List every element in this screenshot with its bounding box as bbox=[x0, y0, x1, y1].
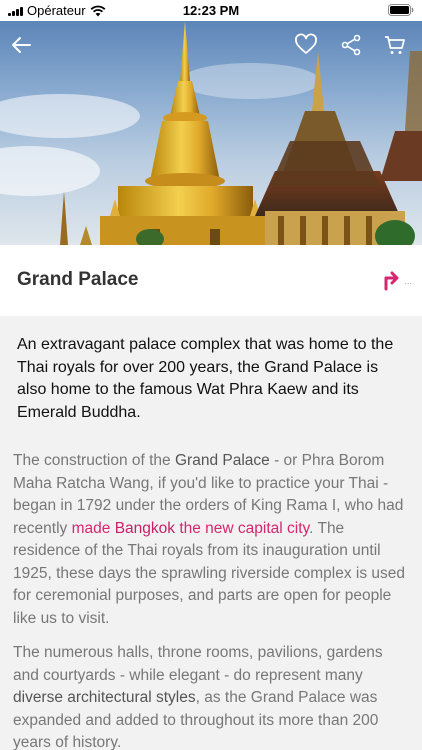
link-text: made bbox=[71, 519, 115, 537]
share-button[interactable] bbox=[339, 33, 367, 61]
hero-image bbox=[0, 21, 422, 245]
architecture-paragraph: The numerous halls, throne rooms, pavili… bbox=[13, 642, 411, 750]
heart-icon bbox=[295, 33, 317, 54]
share-icon bbox=[341, 34, 361, 56]
text-span: The numerous halls, throne rooms, pavili… bbox=[13, 644, 383, 684]
back-button[interactable] bbox=[9, 33, 37, 61]
status-bar: Opérateur 12:23 PM bbox=[0, 0, 422, 21]
link-text: Bangkok bbox=[114, 519, 176, 537]
turn-right-arrow-icon bbox=[384, 271, 399, 291]
bold-text: diverse architectural styles bbox=[13, 689, 196, 706]
bold-text: Grand Palace bbox=[174, 452, 270, 469]
intro-paragraph: An extravagant palace complex that was h… bbox=[17, 336, 394, 421]
page-title: Grand Palace bbox=[17, 269, 139, 290]
text-span: The construction of the bbox=[13, 452, 175, 469]
battery-icon bbox=[388, 4, 414, 19]
cart-icon bbox=[385, 36, 405, 54]
directions-more: ... bbox=[404, 276, 412, 286]
arrow-left-icon bbox=[12, 37, 31, 53]
cart-button[interactable] bbox=[383, 33, 411, 61]
link-text: the new capital city bbox=[175, 519, 310, 537]
history-paragraph: The construction of the Grand Palace - o… bbox=[13, 450, 411, 630]
title-bar: Grand Palace ... bbox=[0, 245, 422, 316]
favorite-button[interactable] bbox=[294, 33, 322, 61]
bangkok-capital-link[interactable]: made Bangkok the new capital city bbox=[72, 520, 310, 537]
directions-button[interactable]: ... bbox=[380, 267, 412, 291]
clock: 12:23 PM bbox=[182, 3, 240, 18]
